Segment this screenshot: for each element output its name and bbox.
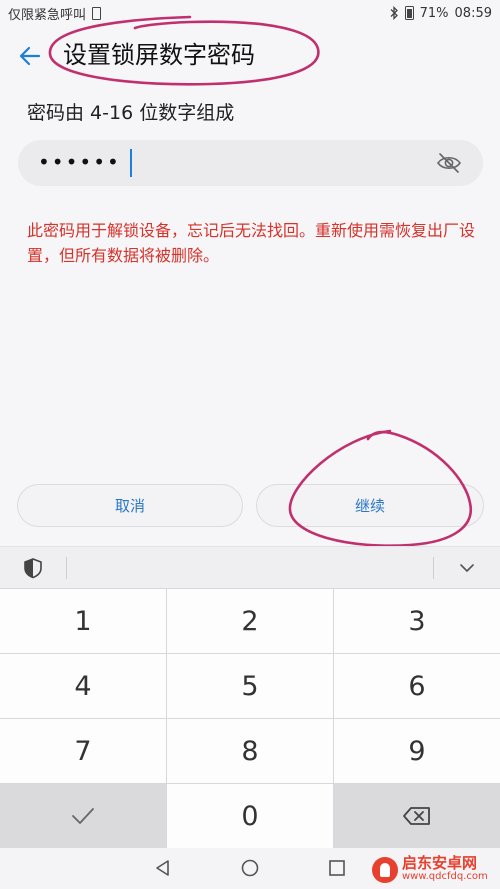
watermark: 启东安卓网 www.qdcfdq.com bbox=[372, 852, 500, 888]
backspace-icon bbox=[403, 807, 430, 825]
status-left: 仅限紧急呼叫 bbox=[8, 4, 102, 23]
watermark-text: 启东安卓网 www.qdcfdq.com bbox=[402, 856, 488, 884]
continue-button[interactable]: 继续 bbox=[256, 484, 484, 527]
confirm-key[interactable] bbox=[0, 784, 166, 848]
nav-recents-icon[interactable] bbox=[327, 858, 347, 878]
battery-icon bbox=[404, 6, 414, 20]
numeric-keypad: 1 2 3 4 5 6 7 8 9 0 bbox=[0, 588, 500, 848]
watermark-logo bbox=[372, 857, 398, 883]
password-masked-value: •••••• bbox=[38, 150, 121, 174]
key-6[interactable]: 6 bbox=[334, 654, 500, 718]
key-7[interactable]: 7 bbox=[0, 719, 166, 783]
clock: 08:59 bbox=[454, 5, 492, 21]
checkmark-icon bbox=[72, 808, 94, 824]
backspace-key[interactable] bbox=[334, 784, 500, 848]
key-0[interactable]: 0 bbox=[167, 784, 333, 848]
cancel-button[interactable]: 取消 bbox=[17, 484, 243, 527]
chevron-down-icon[interactable] bbox=[458, 559, 476, 577]
watermark-url: www.qdcfdq.com bbox=[402, 871, 488, 882]
battery-percent: 71% bbox=[419, 5, 449, 21]
status-right: 71% 08:59 bbox=[389, 6, 492, 21]
back-arrow-icon bbox=[19, 46, 41, 66]
sim-icon bbox=[92, 6, 102, 20]
watermark-title: 启东安卓网 bbox=[402, 854, 478, 872]
key-2[interactable]: 2 bbox=[167, 589, 333, 653]
carrier-text: 仅限紧急呼叫 bbox=[8, 7, 87, 23]
bluetooth-icon bbox=[390, 6, 398, 20]
nav-home-icon[interactable] bbox=[240, 858, 260, 878]
nav-back-icon[interactable] bbox=[153, 858, 173, 878]
key-5[interactable]: 5 bbox=[167, 654, 333, 718]
eye-hidden-icon[interactable] bbox=[435, 150, 463, 176]
back-button[interactable] bbox=[14, 40, 46, 72]
status-bar: 仅限紧急呼叫 71% 08:59 bbox=[0, 0, 500, 26]
page-title: 设置锁屏数字密码 bbox=[63, 41, 255, 69]
password-hint: 密码由 4-16 位数字组成 bbox=[27, 102, 235, 124]
key-1[interactable]: 1 bbox=[0, 589, 166, 653]
text-caret bbox=[130, 149, 132, 177]
toolbar-divider bbox=[433, 557, 434, 579]
password-field[interactable]: •••••• bbox=[18, 140, 483, 186]
key-8[interactable]: 8 bbox=[167, 719, 333, 783]
keyboard-toolbar bbox=[0, 546, 500, 588]
key-3[interactable]: 3 bbox=[334, 589, 500, 653]
key-4[interactable]: 4 bbox=[0, 654, 166, 718]
header: 设置锁屏数字密码 bbox=[0, 30, 500, 82]
key-9[interactable]: 9 bbox=[334, 719, 500, 783]
warning-message: 此密码用于解锁设备，忘记后无法找回。重新使用需恢复出厂设置，但所有数据将被删除。 bbox=[27, 221, 476, 265]
shield-icon bbox=[24, 558, 42, 579]
toolbar-divider bbox=[66, 557, 67, 579]
